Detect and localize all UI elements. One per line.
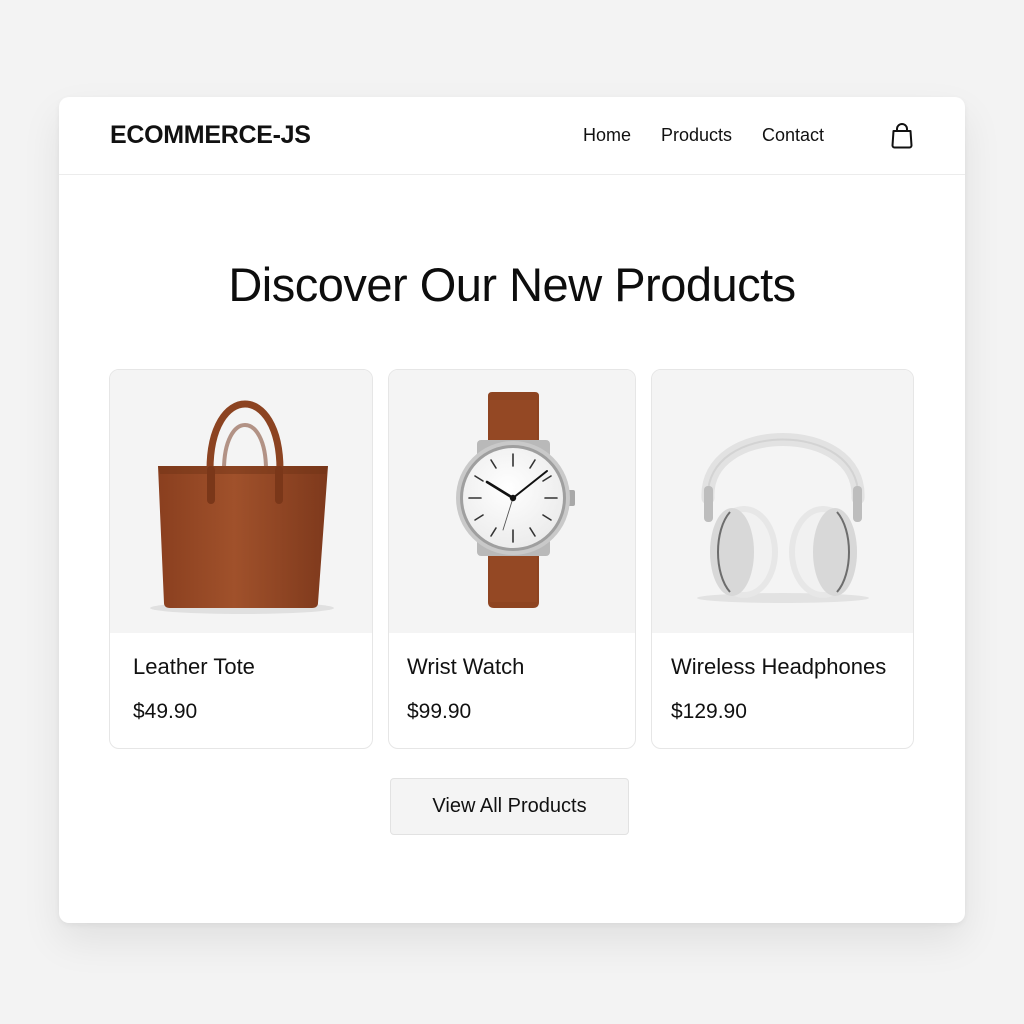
product-price: $99.90 — [407, 700, 472, 723]
product-name[interactable]: Wrist Watch — [407, 654, 524, 680]
product-image-headphones — [652, 370, 913, 633]
nav-link-products[interactable]: Products — [661, 125, 732, 146]
product-card-wrist-watch[interactable]: Wrist Watch $99.90 — [388, 369, 636, 749]
headphones-image — [697, 433, 869, 603]
product-name[interactable]: Leather Tote — [133, 654, 255, 680]
product-price: $49.90 — [133, 700, 198, 723]
product-image-tote — [110, 370, 372, 633]
product-image-watch — [389, 370, 635, 633]
page-title: Discover Our New Products — [228, 258, 796, 311]
product-card-wireless-headphones[interactable]: Wireless Headphones $129.90 — [651, 369, 914, 749]
wrist-watch-image — [456, 392, 575, 608]
cart-button[interactable] — [889, 122, 915, 150]
nav-link-contact[interactable]: Contact — [762, 125, 824, 146]
brand-logo[interactable]: ECOMMERCE-JS — [110, 121, 311, 150]
product-price: $129.90 — [671, 700, 747, 723]
shopping-bag-icon — [891, 123, 913, 149]
product-card-leather-tote[interactable]: Leather Tote $49.90 — [109, 369, 373, 749]
view-all-products-button[interactable]: View All Products — [390, 778, 629, 835]
app-window: ECOMMERCE-JS Home Products Contact Disco… — [59, 97, 965, 923]
nav-link-home[interactable]: Home — [583, 125, 631, 146]
tote-bag-image — [150, 400, 334, 614]
navbar: ECOMMERCE-JS Home Products Contact — [59, 97, 965, 175]
product-name[interactable]: Wireless Headphones — [671, 654, 886, 680]
